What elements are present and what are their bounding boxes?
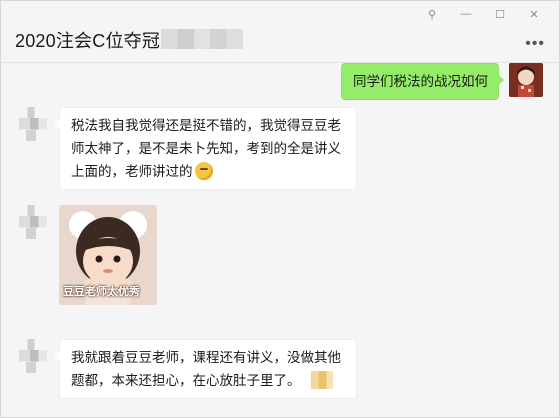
minimize-button[interactable]: — [449, 5, 483, 23]
message-line: 税法我自我觉得还是挺不错的，我觉得豆豆老 [71, 118, 341, 133]
close-button[interactable]: ✕ [517, 5, 551, 23]
avatar-image [509, 63, 543, 97]
chat-title: 2020注会C位夺冠 [15, 31, 161, 51]
sticker-image[interactable]: 豆豆老师太优秀 [59, 205, 157, 305]
avatar-other[interactable] [19, 205, 47, 239]
avatar-me[interactable] [509, 63, 543, 97]
message-list[interactable]: 同学们税法的战况如何 税法我自我觉得还是挺不错的，我觉得豆豆老 师太神了，是不是… [1, 63, 559, 417]
emoji-blurred-icon [310, 371, 333, 389]
avatar-other[interactable] [19, 107, 47, 141]
avatar-other[interactable] [19, 339, 47, 373]
message-line: 我就跟着豆豆老师，课程还有讲义，没做其他 [71, 350, 341, 365]
sticker-caption: 豆豆老师太优秀 [63, 286, 140, 298]
window-controls: ⚲ — ☐ ✕ [415, 5, 551, 23]
message-line: 上面的，老师讲过的 [71, 164, 193, 179]
thinking-face-emoji-icon [194, 162, 213, 180]
message-bubble-mine[interactable]: 同学们税法的战况如何 [341, 63, 504, 100]
maximize-button[interactable]: ☐ [483, 5, 517, 23]
message-line-last: 题都，本来还担心，在心放肚子里了。 [71, 369, 346, 392]
message-line-last: 上面的，老师讲过的 [71, 160, 346, 183]
more-options-button[interactable]: ••• [525, 35, 545, 53]
message-bubble-other[interactable]: 税法我自我觉得还是挺不错的，我觉得豆豆老 师太神了，是不是未卜先知，考到的全是讲… [54, 107, 357, 190]
message-bubble-other[interactable]: 我就跟着豆豆老师，课程还有讲义，没做其他 题都，本来还担心，在心放肚子里了。 [54, 339, 357, 399]
title-bar: ⚲ — ☐ ✕ 2020注会C位夺冠 ••• [1, 1, 559, 63]
message-text: 同学们税法的战况如何 [353, 74, 488, 89]
message-line: 师太神了，是不是未卜先知，考到的全是讲义 [71, 141, 341, 156]
pin-icon[interactable]: ⚲ [415, 5, 449, 23]
redacted-name-block [161, 29, 243, 49]
message-line: 题都，本来还担心，在心放肚子里了。 [71, 373, 301, 388]
